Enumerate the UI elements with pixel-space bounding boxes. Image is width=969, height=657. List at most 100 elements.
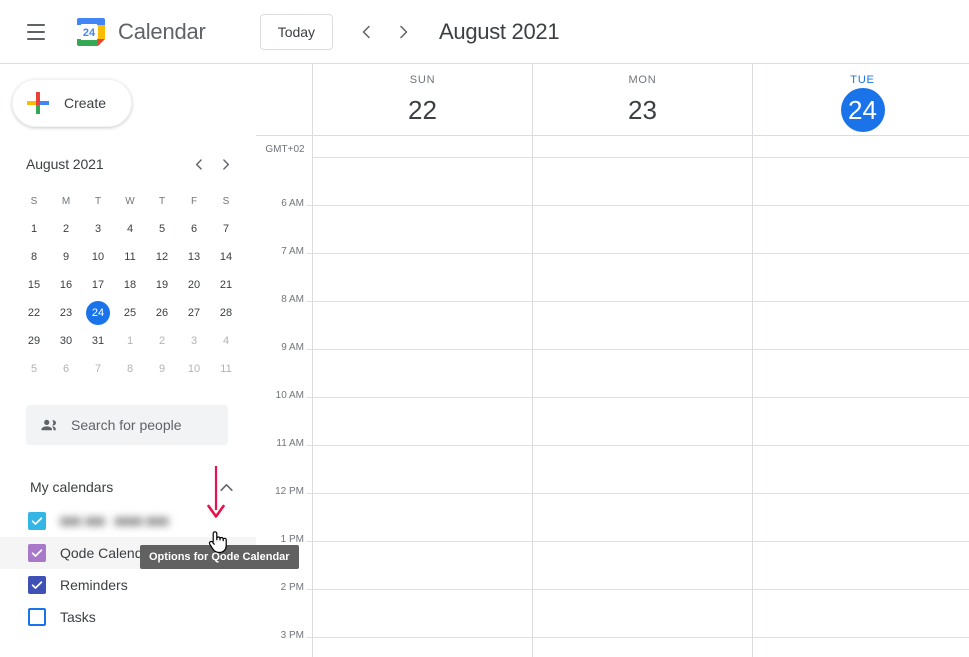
mini-calendar-day-selected[interactable]: 24 (82, 299, 114, 327)
mini-calendar-day[interactable]: 22 (18, 299, 50, 327)
hour-row[interactable]: 9 AM (256, 342, 969, 397)
hour-row[interactable]: 1 PM (256, 534, 969, 589)
hour-row[interactable]: 12 PM (256, 486, 969, 541)
mini-calendar-day[interactable]: 15 (18, 271, 50, 299)
today-button[interactable]: Today (259, 13, 334, 50)
create-button[interactable]: Create (12, 79, 132, 127)
my-calendars-collapse-button[interactable] (212, 473, 240, 501)
mini-calendar-day[interactable]: 27 (178, 299, 210, 327)
mini-calendar-day[interactable]: 3 (178, 327, 210, 355)
calendar-checkbox-checked[interactable] (28, 512, 46, 530)
mini-calendar-day-number: 15 (27, 279, 41, 291)
mini-calendar-day[interactable]: 2 (50, 215, 82, 243)
mini-calendar-day[interactable]: 30 (50, 327, 82, 355)
mini-calendar: August 2021 S M T W T F S 1 2 3 4 5 6 7 8 9 10 11 12 13 14 15… (14, 149, 238, 383)
time-grid[interactable]: GMT+02 6 AM 7 AM 8 AM 9 AM 10 AM 11 AM 12 PM 1 … (256, 136, 969, 657)
day-number[interactable]: 23 (621, 88, 665, 132)
mini-calendar-day[interactable]: 29 (18, 327, 50, 355)
mini-calendar-day[interactable]: 8 (18, 243, 50, 271)
add-other-calendar-button[interactable] (184, 653, 212, 657)
mini-calendar-day[interactable]: 5 (18, 355, 50, 383)
mini-calendar-day[interactable]: 16 (50, 271, 82, 299)
hamburger-bar (27, 37, 45, 40)
mini-calendar-day[interactable]: 10 (178, 355, 210, 383)
mini-calendar-day[interactable]: 13 (178, 243, 210, 271)
hour-row[interactable]: 2 PM (256, 582, 969, 637)
day-of-week-label: SUN (409, 74, 436, 86)
mini-calendar-day[interactable]: 31 (82, 327, 114, 355)
calendar-checkbox-checked[interactable] (28, 544, 46, 562)
hour-row[interactable]: 10 AM (256, 390, 969, 445)
mini-calendar-day[interactable]: 6 (178, 215, 210, 243)
mini-calendar-day-initial: M (61, 195, 71, 207)
mini-calendar-day[interactable]: 9 (146, 355, 178, 383)
mini-calendar-day[interactable]: 5 (146, 215, 178, 243)
mini-calendar-day[interactable]: 4 (114, 215, 146, 243)
mini-calendar-day[interactable]: 17 (82, 271, 114, 299)
mini-calendar-day[interactable]: 21 (210, 271, 242, 299)
day-number[interactable]: 22 (401, 88, 445, 132)
mini-calendar-day[interactable]: 25 (114, 299, 146, 327)
hour-row[interactable]: 8 AM (256, 294, 969, 349)
mini-calendar-day[interactable]: 19 (146, 271, 178, 299)
next-period-button[interactable] (385, 14, 421, 50)
mini-calendar-day[interactable]: 12 (146, 243, 178, 271)
hour-row[interactable]: 6 AM (256, 198, 969, 253)
day-header-column[interactable]: SUN 22 (312, 64, 532, 135)
hour-row[interactable]: 7 AM (256, 246, 969, 301)
my-calendars-header[interactable]: My calendars (0, 469, 256, 505)
mini-calendar-day[interactable]: 26 (146, 299, 178, 327)
other-calendars-collapse-button[interactable] (212, 653, 240, 657)
tooltip: Options for Qode Calendar (140, 545, 299, 569)
hour-gridline (312, 637, 969, 638)
calendar-list-item[interactable] (0, 505, 256, 537)
calendar-name (60, 511, 246, 531)
mini-calendar-day[interactable]: 11 (210, 355, 242, 383)
mini-calendar-day[interactable]: 7 (82, 355, 114, 383)
mini-calendar-day[interactable]: 18 (114, 271, 146, 299)
mini-calendar-day[interactable]: 2 (146, 327, 178, 355)
google-calendar-logo-icon[interactable]: 24 (74, 15, 108, 49)
day-of-week-label: TUE (850, 74, 875, 86)
hour-row[interactable]: 11 AM (256, 438, 969, 493)
mini-calendar-day-number: 11 (124, 251, 136, 263)
calendar-list-item[interactable]: Reminders (0, 569, 256, 601)
chevron-left-icon (195, 158, 202, 170)
mini-calendar-day-initial: T (94, 195, 102, 207)
mini-calendar-day[interactable]: 20 (178, 271, 210, 299)
calendar-checkbox-checked[interactable] (28, 576, 46, 594)
chevron-left-icon (362, 25, 370, 38)
other-calendars-header[interactable]: Other calendars (0, 649, 256, 657)
calendar-list-item[interactable]: Tasks (0, 601, 256, 633)
mini-calendar-day[interactable]: 28 (210, 299, 242, 327)
mini-calendar-day[interactable]: 4 (210, 327, 242, 355)
mini-calendar-day[interactable]: 8 (114, 355, 146, 383)
grid-vertical-line (532, 136, 533, 657)
mini-calendar-prev-button[interactable] (186, 151, 212, 177)
hour-row[interactable]: 3 PM (256, 630, 969, 657)
day-header-column[interactable]: TUE 24 (752, 64, 969, 135)
mini-calendar-day-number: 27 (187, 307, 201, 319)
mini-calendar-next-button[interactable] (212, 151, 238, 177)
mini-calendar-day-number: 6 (190, 223, 198, 235)
hamburger-menu-icon[interactable] (12, 8, 60, 56)
mini-calendar-day[interactable]: 3 (82, 215, 114, 243)
mini-calendar-day[interactable]: 10 (82, 243, 114, 271)
mini-calendar-day[interactable]: 1 (18, 215, 50, 243)
search-people-input[interactable]: Search for people (26, 405, 228, 445)
previous-period-button[interactable] (349, 14, 385, 50)
mini-calendar-day[interactable]: 11 (114, 243, 146, 271)
day-header-column[interactable]: MON 23 (532, 64, 752, 135)
mini-calendar-day[interactable]: 23 (50, 299, 82, 327)
mini-calendar-header: August 2021 (14, 149, 238, 179)
grid-vertical-line (752, 136, 753, 657)
mini-calendar-day[interactable]: 1 (114, 327, 146, 355)
mini-calendar-day[interactable]: 9 (50, 243, 82, 271)
day-number-today[interactable]: 24 (840, 88, 885, 132)
calendar-app: 24 Calendar Today August 2021 Create Aug… (0, 0, 969, 657)
mini-calendar-day[interactable]: 7 (210, 215, 242, 243)
mini-calendar-day[interactable]: 14 (210, 243, 242, 271)
mini-calendar-day[interactable]: 6 (50, 355, 82, 383)
hour-row[interactable] (256, 157, 969, 205)
calendar-checkbox-unchecked[interactable] (28, 608, 46, 626)
